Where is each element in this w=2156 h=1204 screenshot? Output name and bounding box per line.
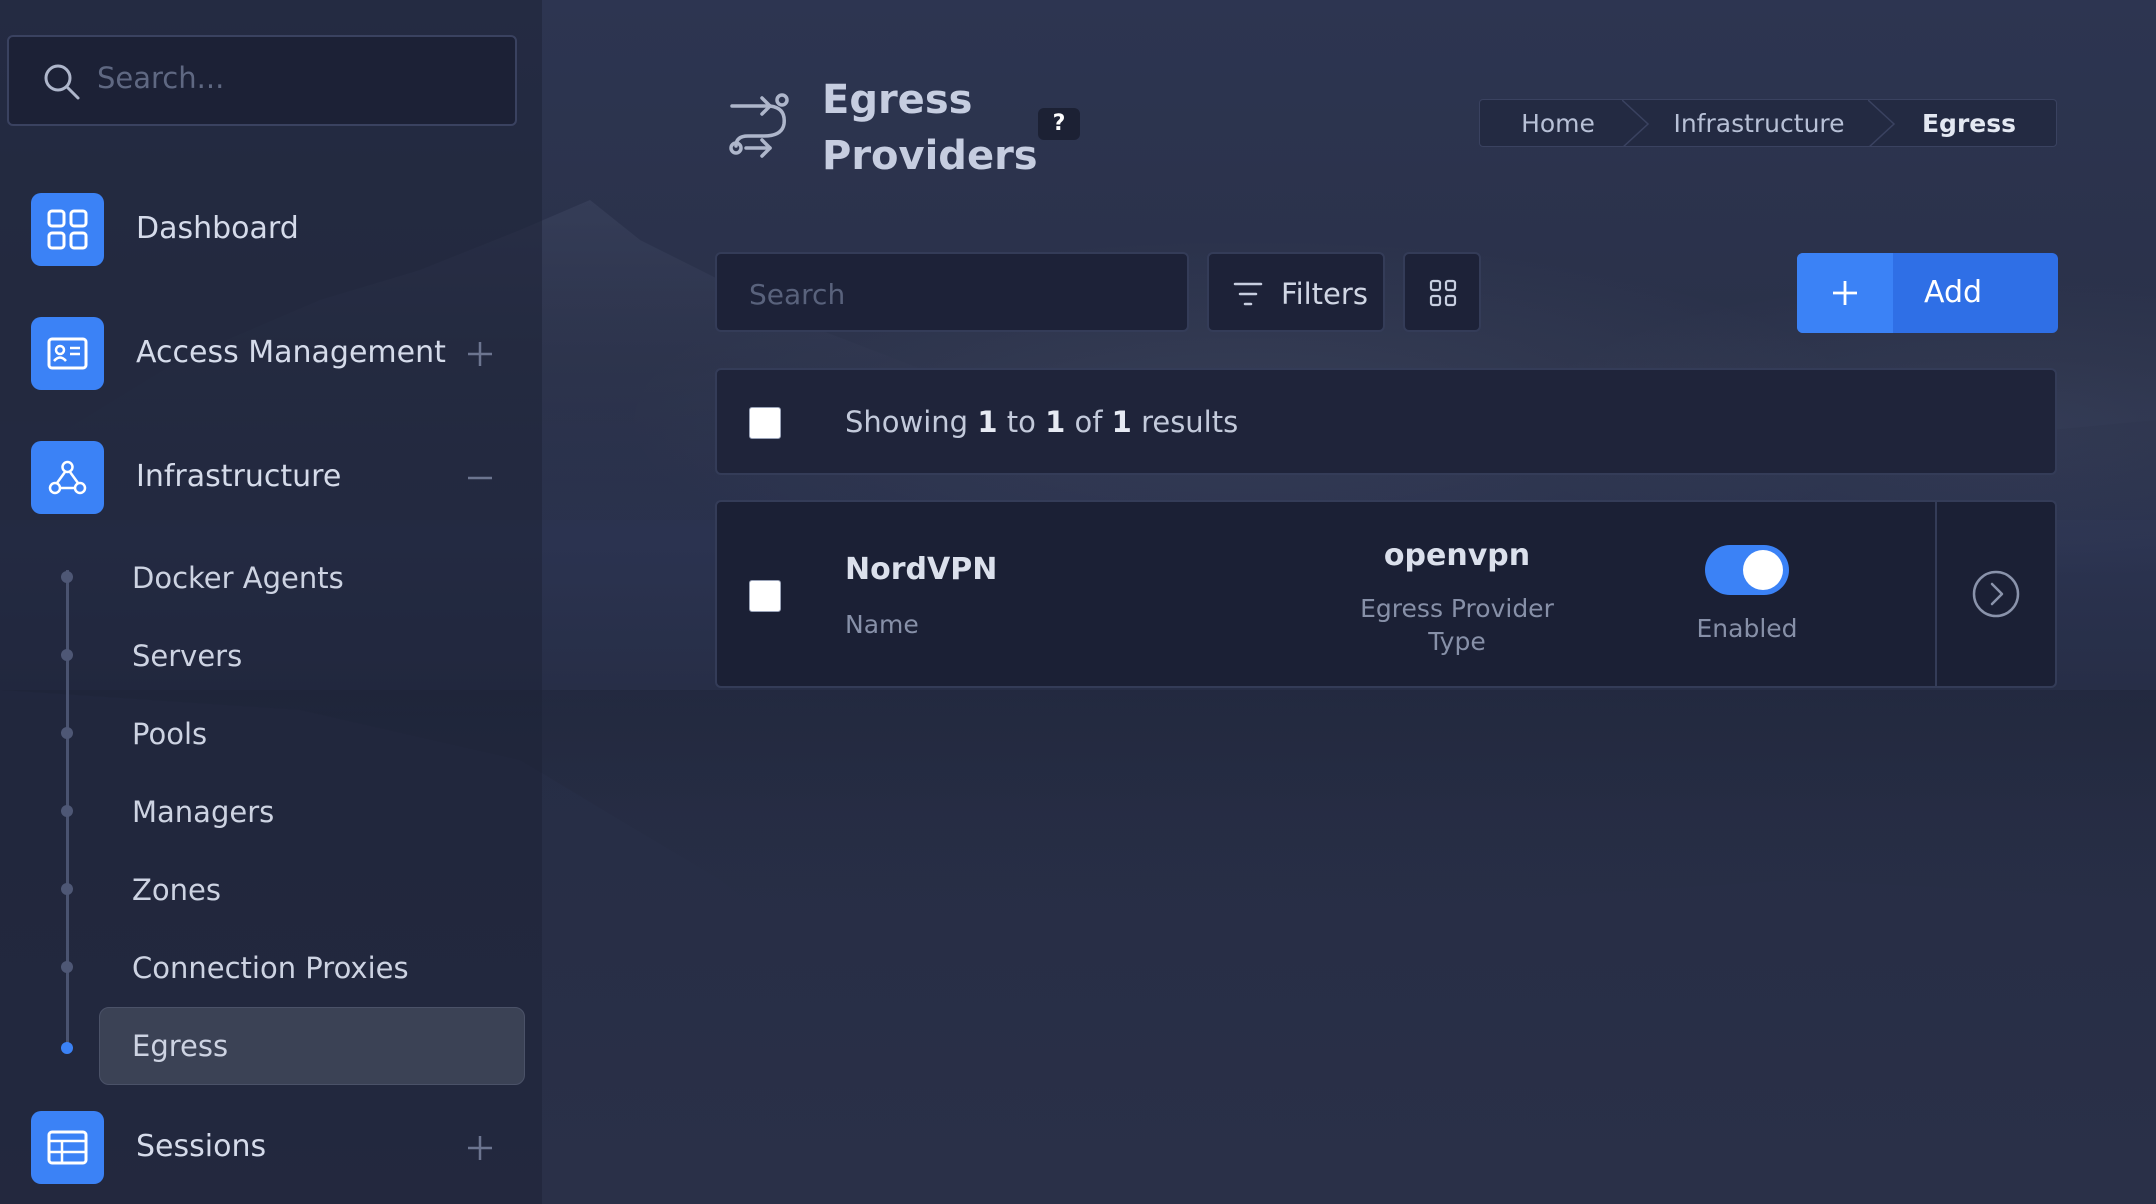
provider-type-label: Egress Provider Type: [1360, 594, 1554, 656]
add-button[interactable]: Add: [1797, 253, 2058, 333]
sidebar-subitem-zones[interactable]: Zones: [61, 861, 527, 921]
results-from: 1: [977, 405, 998, 439]
sidebar-subitem-managers[interactable]: Managers: [61, 783, 527, 843]
breadcrumb-label: Home: [1521, 108, 1595, 138]
submenu-dot: [61, 571, 73, 583]
provider-type: openvpn: [1383, 538, 1531, 573]
grid-view-button[interactable]: [1403, 252, 1481, 332]
sidebar: Search... Dashboard Access Management In…: [0, 0, 542, 1204]
plus-icon[interactable]: [465, 339, 495, 369]
enabled-toggle[interactable]: [1705, 545, 1789, 595]
results-prefix: Showing: [845, 405, 969, 439]
sidebar-search-input[interactable]: Search...: [7, 35, 517, 126]
breadcrumb-label: Egress: [1921, 108, 2017, 138]
add-label: Add: [1924, 275, 1983, 310]
breadcrumb-infrastructure[interactable]: Infrastructure: [1636, 100, 1896, 146]
sidebar-subitem-label: Docker Agents: [132, 561, 344, 595]
breadcrumb-separator-icon: [1622, 100, 1650, 146]
sidebar-item-label: Dashboard: [136, 211, 299, 246]
filter-icon: [1233, 282, 1263, 306]
dashboard-tile: [31, 193, 104, 266]
access-management-tile: [31, 317, 104, 390]
sidebar-subitem-connection-proxies[interactable]: Connection Proxies: [61, 939, 527, 999]
sidebar-item-infrastructure[interactable]: Infrastructure: [31, 441, 531, 515]
minus-icon[interactable]: [465, 463, 495, 493]
id-card-icon: [47, 337, 88, 370]
sidebar-item-dashboard[interactable]: Dashboard: [31, 193, 531, 267]
submenu-dot: [61, 805, 73, 817]
sidebar-subitem-label: Managers: [132, 795, 275, 829]
results-header: Showing 1 to 1 of 1 results: [715, 368, 2057, 475]
add-icon-area: [1797, 253, 1893, 333]
chevron-right-icon[interactable]: [1972, 570, 2020, 618]
sidebar-item-label: Sessions: [136, 1129, 267, 1164]
sidebar-subitem-label: Egress: [132, 1029, 229, 1063]
enabled-label: Enabled: [1696, 614, 1798, 643]
sidebar-subitem-servers[interactable]: Servers: [61, 627, 527, 687]
route-icon: [729, 93, 789, 158]
submenu-dot: [61, 727, 73, 739]
provider-name-label: Name: [845, 610, 919, 639]
results-of-word: of: [1074, 405, 1103, 439]
breadcrumb-label: Infrastructure: [1673, 108, 1845, 138]
sidebar-subitem-label: Pools: [132, 717, 208, 751]
submenu-dot: [61, 961, 73, 973]
sidebar-subitem-label: Servers: [132, 639, 243, 673]
results-count: Showing 1 to 1 of 1 results: [845, 405, 1238, 439]
list-item[interactable]: NordVPN Name openvpn Egress Provider Typ…: [715, 500, 2057, 688]
results-total: 1: [1111, 405, 1132, 439]
filters-button[interactable]: Filters: [1207, 252, 1385, 332]
sidebar-item-sessions[interactable]: Sessions: [31, 1111, 531, 1185]
infrastructure-tile: [31, 441, 104, 514]
table-icon: [47, 1130, 88, 1165]
sidebar-subitem-label: Zones: [132, 873, 221, 907]
breadcrumb-home[interactable]: Home: [1480, 100, 1650, 146]
list-search-placeholder: Search: [749, 278, 846, 311]
page-title: Egress Providers: [822, 77, 1038, 179]
plus-icon: [1833, 281, 1857, 305]
row-select-checkbox[interactable]: [749, 580, 781, 612]
sidebar-subitem-label: Connection Proxies: [132, 951, 409, 985]
dashboard-icon: [47, 209, 88, 250]
sidebar-item-access-management[interactable]: Access Management: [31, 317, 531, 391]
filters-label: Filters: [1281, 277, 1368, 311]
submenu-dot: [61, 883, 73, 895]
breadcrumb-separator-icon: [1868, 100, 1896, 146]
breadcrumb: Home Infrastructure Egress: [1479, 99, 2057, 147]
sidebar-item-label: Infrastructure: [136, 459, 342, 494]
select-all-checkbox[interactable]: [749, 407, 781, 439]
sidebar-item-label: Access Management: [136, 335, 446, 370]
results-suffix: results: [1141, 405, 1239, 439]
network-icon: [48, 460, 87, 495]
search-icon: [44, 64, 80, 100]
results-to: 1: [1045, 405, 1066, 439]
row-divider: [1935, 502, 1937, 686]
help-button[interactable]: ?: [1038, 108, 1080, 140]
results-to-word: to: [1006, 405, 1036, 439]
sidebar-search-placeholder: Search...: [97, 61, 225, 95]
list-search-input[interactable]: Search: [715, 252, 1189, 332]
submenu-dot-active: [61, 1042, 73, 1054]
plus-icon[interactable]: [465, 1133, 495, 1163]
sidebar-subitem-egress[interactable]: Egress: [61, 1007, 527, 1085]
sessions-tile: [31, 1111, 104, 1184]
provider-name: NordVPN: [845, 552, 998, 587]
grid-view-icon: [1429, 279, 1457, 307]
sidebar-subitem-docker-agents[interactable]: Docker Agents: [61, 549, 527, 609]
toggle-knob: [1743, 550, 1783, 590]
sidebar-subitem-pools[interactable]: Pools: [61, 705, 527, 765]
breadcrumb-egress: Egress: [1882, 100, 2056, 146]
submenu-dot: [61, 649, 73, 661]
